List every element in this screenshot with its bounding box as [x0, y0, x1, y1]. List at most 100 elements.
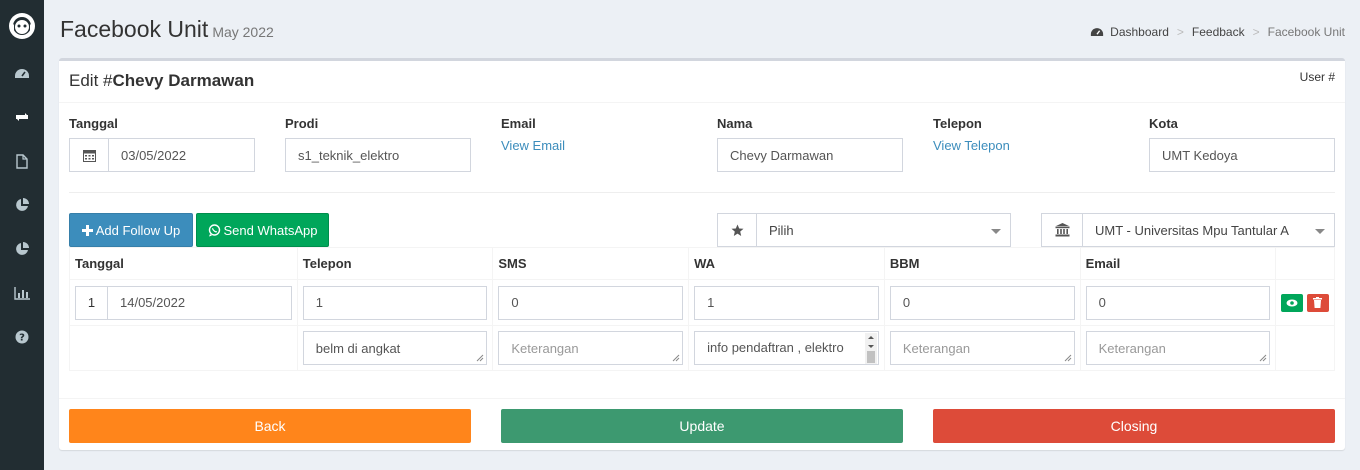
sms-note-textarea[interactable]: Keterangan [498, 331, 684, 365]
dashboard-icon[interactable] [10, 62, 34, 86]
row-telepon-input[interactable]: 1 [302, 285, 488, 320]
breadcrumb-separator: > [1252, 25, 1260, 39]
column-header: BBM [883, 247, 1081, 280]
table-row: 1 14/05/2022 1 0 1 0 0 [69, 279, 1335, 326]
nama-input[interactable]: Chevy Darmawan [717, 138, 903, 172]
institution-icon [1041, 213, 1082, 247]
empty-cell [69, 325, 298, 371]
svg-text:?: ? [19, 333, 25, 344]
prodi-input[interactable]: s1_teknik_elektro [285, 138, 471, 172]
table-header-row: Tanggal Telepon SMS WA BBM Email [69, 247, 1335, 280]
column-header: Email [1079, 247, 1277, 280]
resize-grip-icon[interactable] [1259, 354, 1267, 362]
page-subtitle: May 2022 [212, 24, 274, 40]
page-title-text: Facebook Unit [60, 16, 209, 42]
sidebar: ? [0, 0, 44, 470]
box-header: Edit #Chevy Darmawan User # [59, 61, 1345, 103]
telepon-field: Telepon View Telepon [933, 116, 1119, 153]
wa-note-textarea[interactable]: info pendaftran , elektro [694, 331, 879, 365]
retweet-icon[interactable] [0, 105, 44, 129]
campus-select-group: UMT - Universitas Mpu Tantular A [1041, 213, 1335, 247]
send-whatsapp-button[interactable]: Send WhatsApp [196, 213, 329, 247]
email-field: Email View Email [501, 116, 687, 153]
tanggal-field: Tanggal 03/05/2022 [69, 116, 255, 172]
breadcrumb: Dashboard > Feedback > Facebook Unit [1090, 25, 1345, 39]
bbm-note-placeholder: Keterangan [902, 340, 971, 356]
box-footer-divider [59, 398, 1345, 399]
tanggal-input[interactable]: 03/05/2022 [108, 138, 255, 172]
bbm-note-textarea[interactable]: Keterangan [889, 331, 1075, 365]
view-telepon-link[interactable]: View Telepon [933, 138, 1119, 153]
view-email-link[interactable]: View Email [501, 138, 687, 153]
column-header: Telepon [296, 247, 494, 280]
calendar-icon [69, 138, 108, 172]
content-header: Facebook Unit May 2022 Dashboard > Feedba… [60, 14, 1345, 50]
email-label: Email [501, 116, 536, 131]
telepon-note-text: belm di angkat [315, 340, 401, 356]
view-row-button[interactable] [1281, 293, 1304, 312]
back-button[interactable]: Back [69, 409, 471, 443]
page-title: Facebook Unit May 2022 [60, 16, 274, 43]
email-note-textarea[interactable]: Keterangan [1085, 331, 1271, 365]
resize-grip-icon[interactable] [476, 354, 484, 362]
help-icon[interactable]: ? [10, 325, 34, 349]
resize-grip-icon[interactable] [672, 354, 680, 362]
row-email-input[interactable]: 0 [1085, 285, 1271, 320]
pie-chart-icon[interactable] [10, 237, 34, 261]
update-button[interactable]: Update [501, 409, 903, 443]
table-notes-row: belm di angkat Keterangan info pendaftra… [69, 325, 1335, 371]
add-follow-up-button[interactable]: Add Follow Up [69, 213, 193, 247]
bar-chart-icon[interactable] [10, 281, 34, 305]
kota-field: Kota UMT Kedoya [1149, 116, 1335, 172]
column-header: Tanggal [69, 247, 298, 280]
trash-icon [1313, 297, 1323, 308]
closing-button[interactable]: Closing [933, 409, 1335, 443]
column-header: WA [688, 247, 885, 280]
row-sms-input[interactable]: 0 [498, 285, 684, 320]
divider [69, 192, 1335, 193]
campus-select-value: UMT - Universitas Mpu Tantular A [1095, 222, 1289, 238]
row-bbm-input[interactable]: 0 [889, 285, 1075, 320]
chevron-down-icon [1315, 229, 1325, 234]
row-wa-input[interactable]: 1 [694, 285, 879, 320]
status-select-value: Pilih [769, 222, 794, 238]
resize-grip-icon[interactable] [1064, 354, 1072, 362]
edit-box: Edit #Chevy Darmawan User # Tanggal 03/0… [59, 58, 1345, 450]
breadcrumb-dashboard[interactable]: Dashboard [1110, 25, 1169, 39]
row-index: 1 [75, 285, 107, 320]
tanggal-label: Tanggal [69, 116, 118, 131]
column-header-actions [1275, 247, 1335, 280]
eye-icon [1286, 299, 1298, 306]
send-whatsapp-label: Send WhatsApp [223, 222, 318, 238]
wa-note-text: info pendaftran , elektro [707, 340, 844, 355]
chevron-down-icon [991, 229, 1001, 234]
operator-logo-icon[interactable] [7, 11, 37, 41]
star-icon [717, 213, 756, 247]
status-select[interactable]: Pilih [756, 213, 1011, 247]
telepon-label: Telepon [933, 116, 982, 131]
textarea-scrollbar[interactable] [864, 333, 877, 365]
follow-up-table: Tanggal Telepon SMS WA BBM Email 1 14/05/… [69, 247, 1335, 371]
email-note-placeholder: Keterangan [1098, 340, 1166, 356]
row-tanggal-input[interactable]: 14/05/2022 [107, 285, 292, 320]
breadcrumb-current: Facebook Unit [1267, 25, 1345, 39]
whatsapp-icon [208, 223, 220, 236]
telepon-note-textarea[interactable]: belm di angkat [302, 331, 488, 365]
prodi-label: Prodi [285, 116, 319, 131]
prodi-field: Prodi s1_teknik_elektro [285, 116, 471, 172]
file-icon[interactable] [10, 149, 34, 173]
plus-icon [81, 224, 93, 236]
column-header: SMS [492, 247, 690, 280]
user-label: User # [1299, 70, 1335, 84]
delete-row-button[interactable] [1306, 293, 1329, 312]
breadcrumb-separator: > [1176, 25, 1184, 39]
campus-select[interactable]: UMT - Universitas Mpu Tantular A [1082, 213, 1335, 247]
nama-label: Nama [717, 116, 753, 131]
box-title-name: Chevy Darmawan [112, 71, 255, 90]
empty-cell [1275, 325, 1335, 371]
nama-field: Nama Chevy Darmawan [717, 116, 903, 172]
pie-chart-icon[interactable] [10, 193, 34, 217]
add-follow-up-label: Add Follow Up [95, 222, 181, 238]
breadcrumb-feedback[interactable]: Feedback [1192, 25, 1245, 39]
kota-input[interactable]: UMT Kedoya [1149, 138, 1335, 172]
